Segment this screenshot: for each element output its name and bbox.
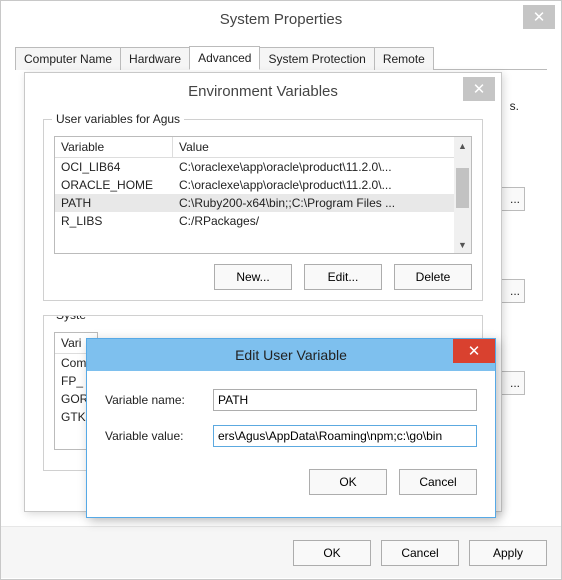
user-var-buttons: New... Edit... Delete: [54, 264, 472, 290]
variable-name-input[interactable]: [213, 389, 477, 411]
list-row-selected[interactable]: PATH C:\Ruby200-x64\bin;;C:\Program File…: [55, 194, 471, 212]
scroll-down-icon[interactable]: ▼: [454, 236, 471, 253]
variable-value-input[interactable]: [213, 425, 477, 447]
tab-computer-name[interactable]: Computer Name: [15, 47, 121, 70]
variable-value-row: Variable value:: [105, 425, 477, 447]
sysprop-title: System Properties: [220, 11, 343, 28]
editdlg-titlebar: Edit User Variable ✕: [87, 339, 495, 371]
sysprop-titlebar: System Properties ✕: [1, 1, 561, 37]
delete-button[interactable]: Delete: [394, 264, 472, 290]
tab-hardware[interactable]: Hardware: [120, 47, 190, 70]
user-variables-list[interactable]: Variable Value OCI_LIB64 C:\oraclexe\app…: [54, 136, 472, 254]
editdlg-body: Variable name: Variable value:: [87, 371, 495, 469]
scroll-up-icon[interactable]: ▲: [454, 137, 471, 154]
user-variables-label: User variables for Agus: [52, 112, 184, 126]
scroll-thumb[interactable]: [456, 168, 469, 208]
close-icon: ✕: [468, 342, 481, 360]
new-button[interactable]: New...: [214, 264, 292, 290]
sysprop-apply-button[interactable]: Apply: [469, 540, 547, 566]
tab-remote[interactable]: Remote: [374, 47, 434, 70]
scroll-track[interactable]: [454, 154, 471, 236]
editdlg-cancel-button[interactable]: Cancel: [399, 469, 477, 495]
edit-user-variable-dialog: Edit User Variable ✕ Variable name: Vari…: [86, 338, 496, 518]
edit-button[interactable]: Edit...: [304, 264, 382, 290]
list-header: Variable Value: [55, 137, 471, 158]
close-icon: ✕: [473, 80, 486, 98]
partial-text: s.: [510, 99, 519, 113]
user-variables-group: User variables for Agus Variable Value O…: [43, 119, 483, 301]
variable-value-label: Variable value:: [105, 429, 213, 443]
sysprop-close-button[interactable]: ✕: [523, 5, 555, 29]
header-variable[interactable]: Variable: [55, 137, 173, 157]
list-row[interactable]: ORACLE_HOME C:\oraclexe\app\oracle\produ…: [55, 176, 471, 194]
variable-name-label: Variable name:: [105, 393, 213, 407]
sysprop-tabs: Computer Name Hardware Advanced System P…: [15, 45, 547, 70]
envvar-close-button[interactable]: ✕: [463, 77, 495, 101]
sysprop-ok-button[interactable]: OK: [293, 540, 371, 566]
header-value[interactable]: Value: [173, 137, 471, 157]
variable-name-row: Variable name:: [105, 389, 477, 411]
editdlg-footer: OK Cancel: [87, 469, 495, 507]
editdlg-title: Edit User Variable: [235, 347, 347, 363]
list-row[interactable]: R_LIBS C:/RPackages/: [55, 212, 471, 230]
tab-advanced[interactable]: Advanced: [189, 46, 260, 70]
envvar-titlebar: Environment Variables ✕: [25, 73, 501, 109]
editdlg-close-button[interactable]: ✕: [453, 339, 495, 363]
scrollbar[interactable]: ▲ ▼: [454, 137, 471, 253]
envvar-title: Environment Variables: [188, 83, 338, 100]
list-row[interactable]: OCI_LIB64 C:\oraclexe\app\oracle\product…: [55, 158, 471, 176]
close-icon: ✕: [533, 8, 546, 26]
editdlg-ok-button[interactable]: OK: [309, 469, 387, 495]
sysprop-cancel-button[interactable]: Cancel: [381, 540, 459, 566]
tab-system-protection[interactable]: System Protection: [259, 47, 374, 70]
system-variables-label: Syste: [52, 315, 90, 322]
sysprop-footer: OK Cancel Apply: [1, 526, 561, 578]
